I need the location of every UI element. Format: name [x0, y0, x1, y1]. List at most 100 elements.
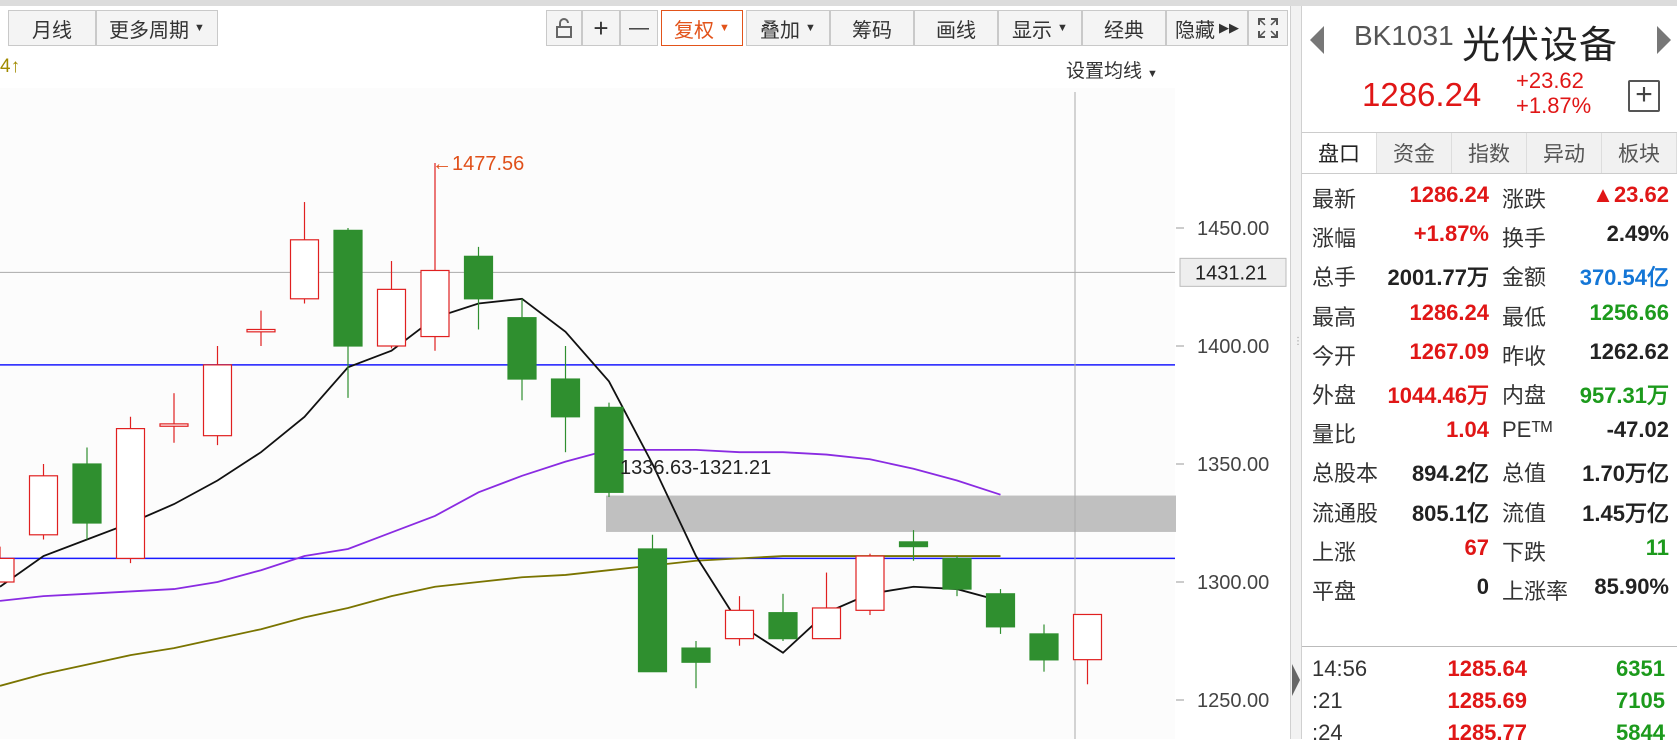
hide-button[interactable]: 隐藏 ▶▶ — [1166, 10, 1248, 46]
overlay-dropdown[interactable]: 叠加 ▼ — [746, 10, 830, 46]
more-periods-dropdown[interactable]: 更多周期 ▼ — [96, 10, 218, 46]
price-tag-label: 1431.21 — [1195, 262, 1267, 284]
quote-label: 涨跌 — [1502, 187, 1547, 212]
quote-label: 昨收 — [1502, 343, 1547, 369]
trade-row: :24 1285.77 5844 — [1302, 720, 1677, 750]
chevron-down-icon: ▼ — [194, 22, 205, 34]
gap-zone — [606, 495, 1176, 532]
trade-price: 1285.69 — [1447, 688, 1527, 713]
quote-row: 今开 1267.09 昨收 1262.62 — [1302, 339, 1677, 378]
candle-body — [72, 463, 102, 524]
stock-code: BK1031 — [1354, 20, 1454, 51]
candle-body — [985, 593, 1016, 628]
quote-value: 1267.09 — [1409, 338, 1489, 364]
quote-label: 上涨率 — [1502, 579, 1569, 604]
monthly-button[interactable]: 月线 — [8, 10, 96, 46]
trade-row: 14:56 1285.64 6351 — [1302, 656, 1677, 686]
classic-button[interactable]: 经典 — [1082, 10, 1166, 46]
prev-stock-arrow-icon[interactable] — [1310, 26, 1324, 54]
quote-label: 上涨 — [1312, 539, 1357, 565]
fullscreen-icon — [1258, 18, 1278, 38]
kline-chart[interactable]: ←1477.56 1336.63-1321.21 1450.00 1400.00 135… — [0, 6, 1290, 739]
candle-body — [768, 612, 798, 640]
candle-body — [855, 555, 885, 611]
ma-settings-dropdown[interactable]: 设置均线 ▼ — [1066, 56, 1158, 83]
candle-body — [246, 328, 276, 333]
candle-body — [420, 269, 450, 338]
divider — [1302, 646, 1677, 647]
quote-value: 1.70万亿 — [1582, 461, 1669, 487]
candle-body — [637, 548, 668, 673]
quote-row: 量比 1.04 PEᵀᴹ -47.02 — [1302, 417, 1677, 456]
candle-body — [115, 428, 146, 560]
quote-label: 内盘 — [1502, 383, 1547, 408]
kline-svg[interactable]: ←1477.56 1336.63-1321.21 1450.00 1400.00 135… — [0, 6, 1290, 739]
candle-body — [507, 317, 537, 380]
trade-volume: 7105 — [1616, 688, 1665, 713]
candle-body — [594, 406, 624, 493]
candle-body — [942, 557, 972, 590]
quote-row: 外盘 1044.46万 内盘 957.31万 — [1302, 378, 1677, 417]
price-change: +23.62 +1.87% — [1516, 68, 1591, 118]
quote-value: 805.1亿 — [1411, 500, 1489, 526]
y-tick-label: 1300.00 — [1197, 572, 1269, 594]
quote-label: 金额 — [1502, 265, 1547, 291]
quote-label: 最新 — [1312, 187, 1357, 212]
quote-value: 1262.62 — [1589, 338, 1669, 364]
stock-name: 光伏设备 — [1462, 25, 1619, 67]
trade-price: 1285.77 — [1447, 720, 1527, 745]
candle-body — [0, 557, 15, 583]
quote-value: 957.31万 — [1579, 383, 1669, 408]
trade-volume: 6351 — [1616, 656, 1665, 681]
high-marker-label: ←1477.56 — [432, 153, 524, 175]
chevron-down-icon: ▼ — [1147, 68, 1158, 80]
change-percent: +1.87% — [1516, 93, 1592, 118]
display-dropdown[interactable]: 显示 ▼ — [998, 10, 1082, 46]
fullscreen-button[interactable] — [1248, 10, 1288, 46]
unlock-button[interactable] — [546, 10, 582, 46]
quote-label: 总值 — [1502, 461, 1547, 487]
ma-indicator-text: 4↑ — [0, 56, 21, 77]
tab-order-book[interactable]: 盘口 — [1302, 133, 1377, 173]
quote-row: 最高 1286.24 最低 1256.66 — [1302, 300, 1677, 339]
candle-body — [724, 609, 755, 640]
quote-row: 总股本 894.2亿 总值 1.70万亿 — [1302, 456, 1677, 495]
tab-funds[interactable]: 资金 — [1377, 133, 1452, 173]
add-watchlist-button[interactable]: + — [1628, 80, 1660, 112]
y-tick-label: 1450.00 — [1197, 218, 1269, 240]
quote-value: 1286.24 — [1409, 182, 1489, 207]
candle-body — [289, 239, 320, 300]
plot-background — [0, 88, 1175, 739]
draw-line-button[interactable]: 画线 — [914, 10, 998, 46]
candle-body — [159, 423, 189, 427]
tab-sectors[interactable]: 板块 — [1602, 133, 1677, 173]
trade-time: :24 — [1312, 720, 1343, 745]
adjust-rights-dropdown[interactable]: 复权 ▼ — [661, 10, 743, 46]
chevron-down-icon: ▼ — [1057, 22, 1068, 34]
chips-button[interactable]: 筹码 — [830, 10, 914, 46]
quote-row: 上涨 67 下跌 11 — [1302, 535, 1677, 574]
chevron-down-icon: ▼ — [805, 22, 816, 34]
panel-tabs: 盘口 资金 指数 异动 板块 — [1302, 132, 1677, 174]
quote-value: 2.49% — [1606, 221, 1669, 247]
tab-index[interactable]: 指数 — [1452, 133, 1527, 173]
zoom-in-button[interactable]: + — [582, 10, 620, 46]
quote-label: 最低 — [1502, 304, 1547, 330]
trade-volume: 5844 — [1616, 720, 1665, 745]
quote-value: -47.02 — [1606, 417, 1669, 443]
collapse-arrow-icon[interactable] — [1292, 664, 1300, 696]
current-price: 1286.24 — [1362, 76, 1482, 113]
quote-row: 最新 1286.24 涨跌 ▲23.62 — [1302, 182, 1677, 221]
zoom-out-button[interactable]: — — [620, 10, 658, 46]
quote-row: 流通股 805.1亿 流值 1.45万亿 — [1302, 496, 1677, 535]
quote-label: 下跌 — [1502, 539, 1547, 565]
quote-value: ▲23.62 — [1592, 182, 1669, 207]
quote-value: 894.2亿 — [1411, 461, 1489, 487]
quote-row: 涨幅 +1.87% 换手 2.49% — [1302, 221, 1677, 260]
tab-movements[interactable]: 异动 — [1527, 133, 1602, 173]
panel-splitter[interactable]: ⋮ — [1290, 6, 1303, 739]
quote-value: 1286.24 — [1409, 299, 1489, 325]
quote-label: 平盘 — [1312, 579, 1357, 604]
next-stock-arrow-icon[interactable] — [1657, 26, 1671, 54]
quote-row: 总手 2001.77万 金额 370.54亿 — [1302, 260, 1677, 299]
